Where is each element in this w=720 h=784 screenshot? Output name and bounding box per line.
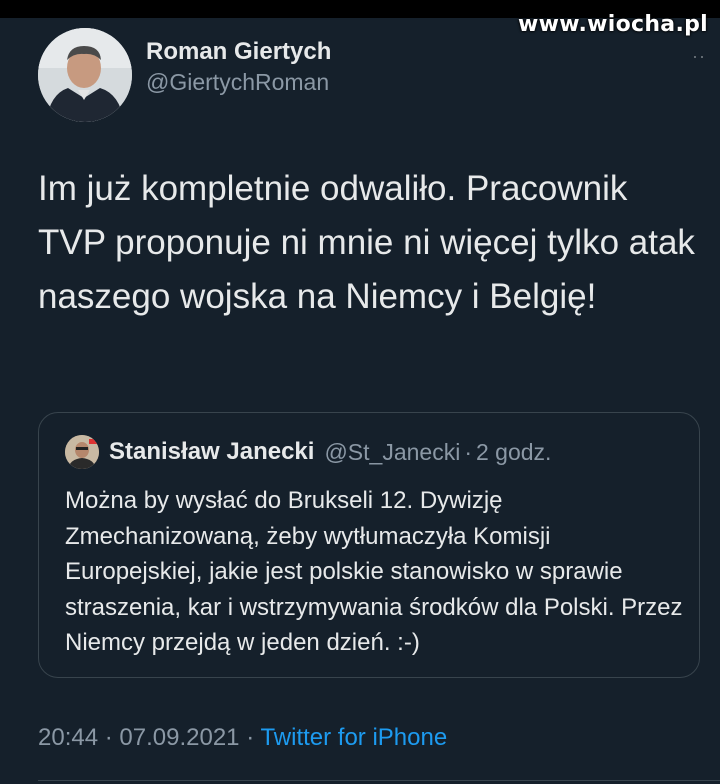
author-avatar-image [38,28,132,122]
quoted-tweet-card[interactable]: Stanisław Janecki @St_Janecki · 2 godz. … [38,412,700,678]
author-info: Roman Giertych @GiertychRoman [146,37,331,97]
author-avatar[interactable] [38,28,132,122]
tweet-time[interactable]: 20:44 [38,724,98,751]
tweet-text: Im już kompletnie odwaliło. Pracownik TV… [38,169,695,316]
quoted-author-handle: @St_Janecki [324,438,461,465]
quoted-author-avatar [65,435,99,469]
quoted-tweet-header: Stanisław Janecki @St_Janecki · 2 godz. [65,435,551,469]
quoted-author-display-name: Stanisław Janecki [109,438,315,465]
footer-divider [38,780,720,781]
footer-separator: · [246,724,255,751]
tweet-date[interactable]: 07.09.2021 [119,724,239,751]
author-handle[interactable]: @GiertychRoman [146,67,331,97]
more-options-icon[interactable]: ·· [692,46,706,67]
author-display-name[interactable]: Roman Giertych [146,37,331,67]
tweet-footer: 20:44 · 07.09.2021 · Twitter for iPhone [38,724,447,752]
tweet-header: Roman Giertych @GiertychRoman [38,28,331,122]
quoted-tweet-text: Można by wysłać do Brukseli 12. Dywizję … [65,487,683,656]
footer-separator: · [104,724,113,751]
watermark: www.wiocha.pl [518,12,708,37]
quoted-separator: · [464,438,472,465]
tweet-source-link[interactable]: Twitter for iPhone [260,724,447,751]
quoted-author-avatar-image [65,435,99,469]
quoted-tweet-time: 2 godz. [475,438,552,465]
